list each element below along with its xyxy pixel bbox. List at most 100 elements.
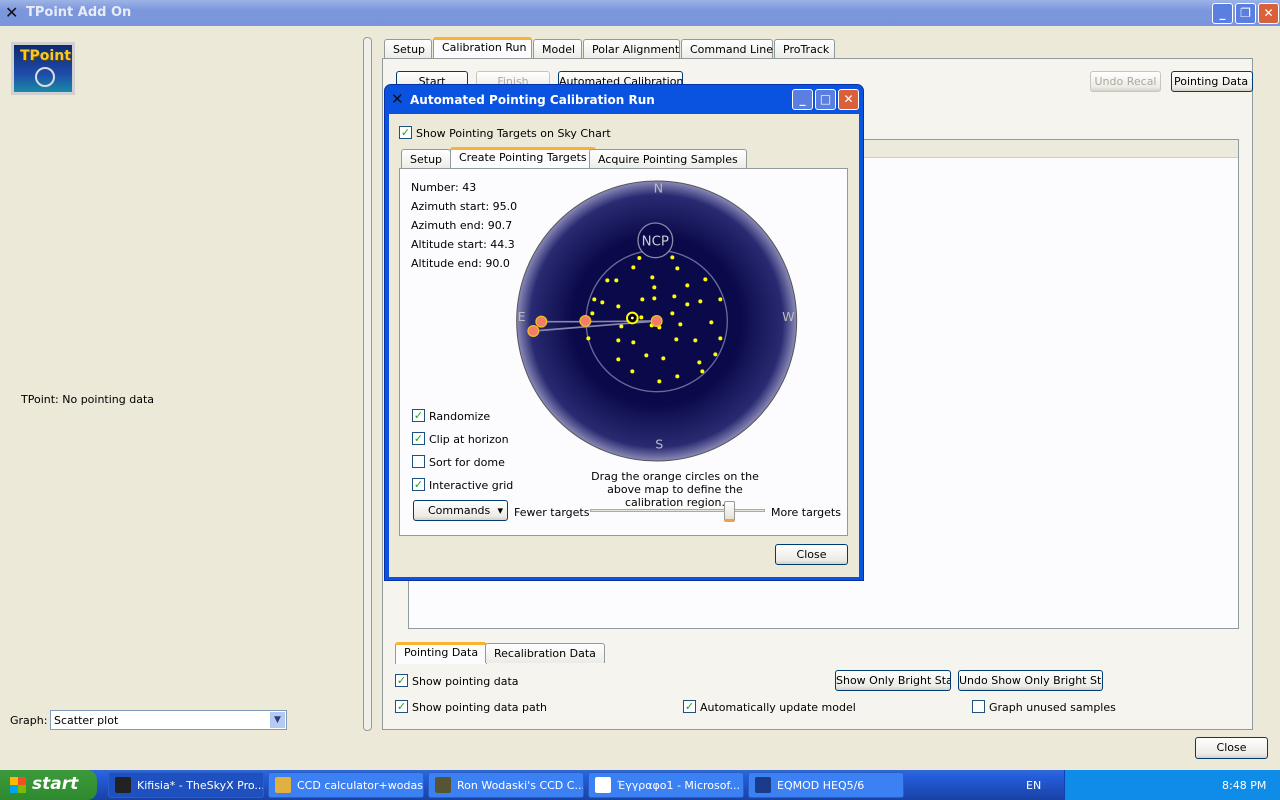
main-tab-setup[interactable]: Setup — [384, 39, 432, 59]
dropdown-arrow-icon: ▾ — [1252, 75, 1253, 88]
start-label: start — [32, 774, 79, 794]
pointing-target — [685, 283, 690, 288]
tpoint-logo: TPoint — [11, 42, 75, 95]
dialog-maximize-button[interactable]: □ — [815, 89, 836, 110]
main-tab-model[interactable]: Model — [533, 39, 582, 59]
pointing-target — [616, 357, 621, 362]
pointing-target — [639, 315, 644, 320]
interactive-grid-label: Interactive grid — [429, 479, 514, 492]
show-pointing-data-checkbox[interactable]: ✓ — [395, 674, 408, 687]
dialog-close-button[interactable]: Close — [775, 544, 848, 565]
slider-thumb[interactable] — [724, 501, 735, 522]
pointing-target — [631, 340, 636, 345]
interactive-grid-checkbox[interactable]: ✓ — [412, 478, 425, 491]
taskbar-item[interactable]: Kifisia* - TheSkyX Pro... — [108, 772, 264, 798]
taskbar-item-label: EQMOD HEQ5/6 — [777, 779, 865, 792]
auto-update-checkbox[interactable]: ✓ — [683, 700, 696, 713]
graph-unused-label: Graph unused samples — [989, 701, 1116, 714]
sort-dome-checkbox[interactable] — [412, 455, 425, 468]
dialog-title: Automated Pointing Calibration Run — [410, 93, 655, 107]
chevron-down-icon[interactable]: ▼ — [270, 712, 285, 728]
pointing-target — [670, 255, 675, 260]
region-handle[interactable] — [650, 315, 663, 327]
maximize-button[interactable]: ❐ — [1235, 3, 1256, 24]
taskbar-item[interactable]: Ron Wodaski's CCD C... — [428, 772, 584, 798]
more-targets-label: More targets — [771, 506, 841, 519]
show-targets-label: Show Pointing Targets on Sky Chart — [416, 127, 611, 140]
pointing-target — [700, 369, 705, 374]
taskbar-item-label: Ron Wodaski's CCD C... — [457, 779, 584, 792]
clip-horizon-checkbox[interactable]: ✓ — [412, 432, 425, 445]
target-count: Number: 43 — [411, 181, 477, 194]
pointing-target — [644, 353, 649, 358]
close-button[interactable]: Close — [1195, 737, 1268, 759]
pointing-target — [652, 296, 657, 301]
app-icon — [595, 777, 611, 793]
app-icon — [755, 777, 771, 793]
pointing-target — [619, 324, 624, 329]
pointing-target — [652, 285, 657, 290]
pointing-target — [637, 256, 642, 260]
dialog-tab-acquire-samples[interactable]: Acquire Pointing Samples — [589, 149, 747, 169]
pointing-target — [698, 299, 703, 304]
splitter-handle[interactable] — [363, 37, 372, 731]
main-tab-command-line[interactable]: Command Line — [681, 39, 773, 59]
graph-unused-checkbox[interactable] — [972, 700, 985, 713]
main-tab-protrack[interactable]: ProTrack — [774, 39, 835, 59]
dialog-close-x-button[interactable]: ✕ — [838, 89, 859, 110]
dialog-tab-create-targets[interactable]: Create Pointing Targets — [450, 147, 596, 169]
window-titlebar: TPoint Add On — [0, 0, 1280, 26]
show-targets-checkbox[interactable]: ✓ — [399, 126, 412, 139]
pointing-target — [605, 278, 610, 283]
taskbar-item[interactable]: EQMOD HEQ5/6 — [748, 772, 904, 798]
randomize-checkbox[interactable]: ✓ — [412, 409, 425, 422]
compass-s: S — [655, 436, 663, 451]
sort-dome-label: Sort for dome — [429, 456, 505, 469]
graph-select[interactable]: Scatter plot ▼ — [50, 710, 287, 730]
show-bright-stars-button[interactable]: Show Only Bright Stars — [835, 670, 951, 691]
pointing-target — [614, 278, 619, 283]
windows-logo-icon — [10, 777, 26, 793]
dialog-minimize-button[interactable]: _ — [792, 89, 813, 110]
tab-recalibration-data[interactable]: Recalibration Data — [485, 643, 605, 663]
pointing-target — [675, 374, 680, 379]
sky-chart[interactable]: NCP N S E W — [510, 175, 800, 465]
pointing-target — [616, 338, 621, 343]
main-tab-calibration-run[interactable]: Calibration Run — [433, 37, 532, 59]
main-tab-polar-alignment[interactable]: Polar Alignment — [583, 39, 680, 59]
target-density-slider[interactable] — [590, 509, 765, 512]
tab-pointing-data[interactable]: Pointing Data — [395, 642, 488, 664]
graph-select-value: Scatter plot — [54, 714, 119, 727]
region-handle[interactable] — [579, 315, 592, 327]
pointing-target — [718, 297, 723, 302]
fewer-targets-label: Fewer targets — [514, 506, 590, 519]
pointing-target — [685, 302, 690, 307]
undo-bright-stars-button[interactable]: Undo Show Only Bright Stars — [958, 670, 1103, 691]
pointing-target — [630, 369, 635, 374]
region-handle[interactable] — [527, 325, 540, 337]
show-pointing-data-path-checkbox[interactable]: ✓ — [395, 700, 408, 713]
compass-e: E — [518, 309, 526, 324]
pointing-target — [600, 300, 605, 305]
commands-button[interactable]: Commands ▾ — [413, 500, 508, 521]
language-indicator[interactable]: EN — [1026, 779, 1041, 792]
pointing-target — [672, 294, 677, 299]
pointing-data-menu[interactable]: Pointing Data ▾ — [1171, 71, 1253, 92]
pointing-target — [709, 320, 714, 325]
minimize-button[interactable]: _ — [1212, 3, 1233, 24]
undo-recal-button[interactable]: Undo Recal — [1090, 71, 1161, 92]
taskbar-item-label: Έγγραφο1 - Microsof... — [617, 779, 741, 792]
app-icon — [115, 777, 131, 793]
taskbar-item[interactable]: Έγγραφο1 - Microsof... — [588, 772, 744, 798]
dialog-tab-setup[interactable]: Setup — [401, 149, 452, 169]
commands-label: Commands — [428, 504, 491, 517]
hint-text: Drag the orange circles on the above map… — [591, 470, 759, 509]
close-window-button[interactable]: ✕ — [1258, 3, 1279, 24]
azimuth-start: Azimuth start: 95.0 — [411, 200, 518, 213]
taskbar-item[interactable]: CCD calculator+wodaski — [268, 772, 424, 798]
pointing-target — [693, 338, 698, 343]
region-handle[interactable] — [535, 315, 548, 328]
pointing-target — [640, 297, 645, 302]
pointing-target — [631, 265, 636, 270]
dialog-app-icon: ✕ — [391, 90, 404, 108]
